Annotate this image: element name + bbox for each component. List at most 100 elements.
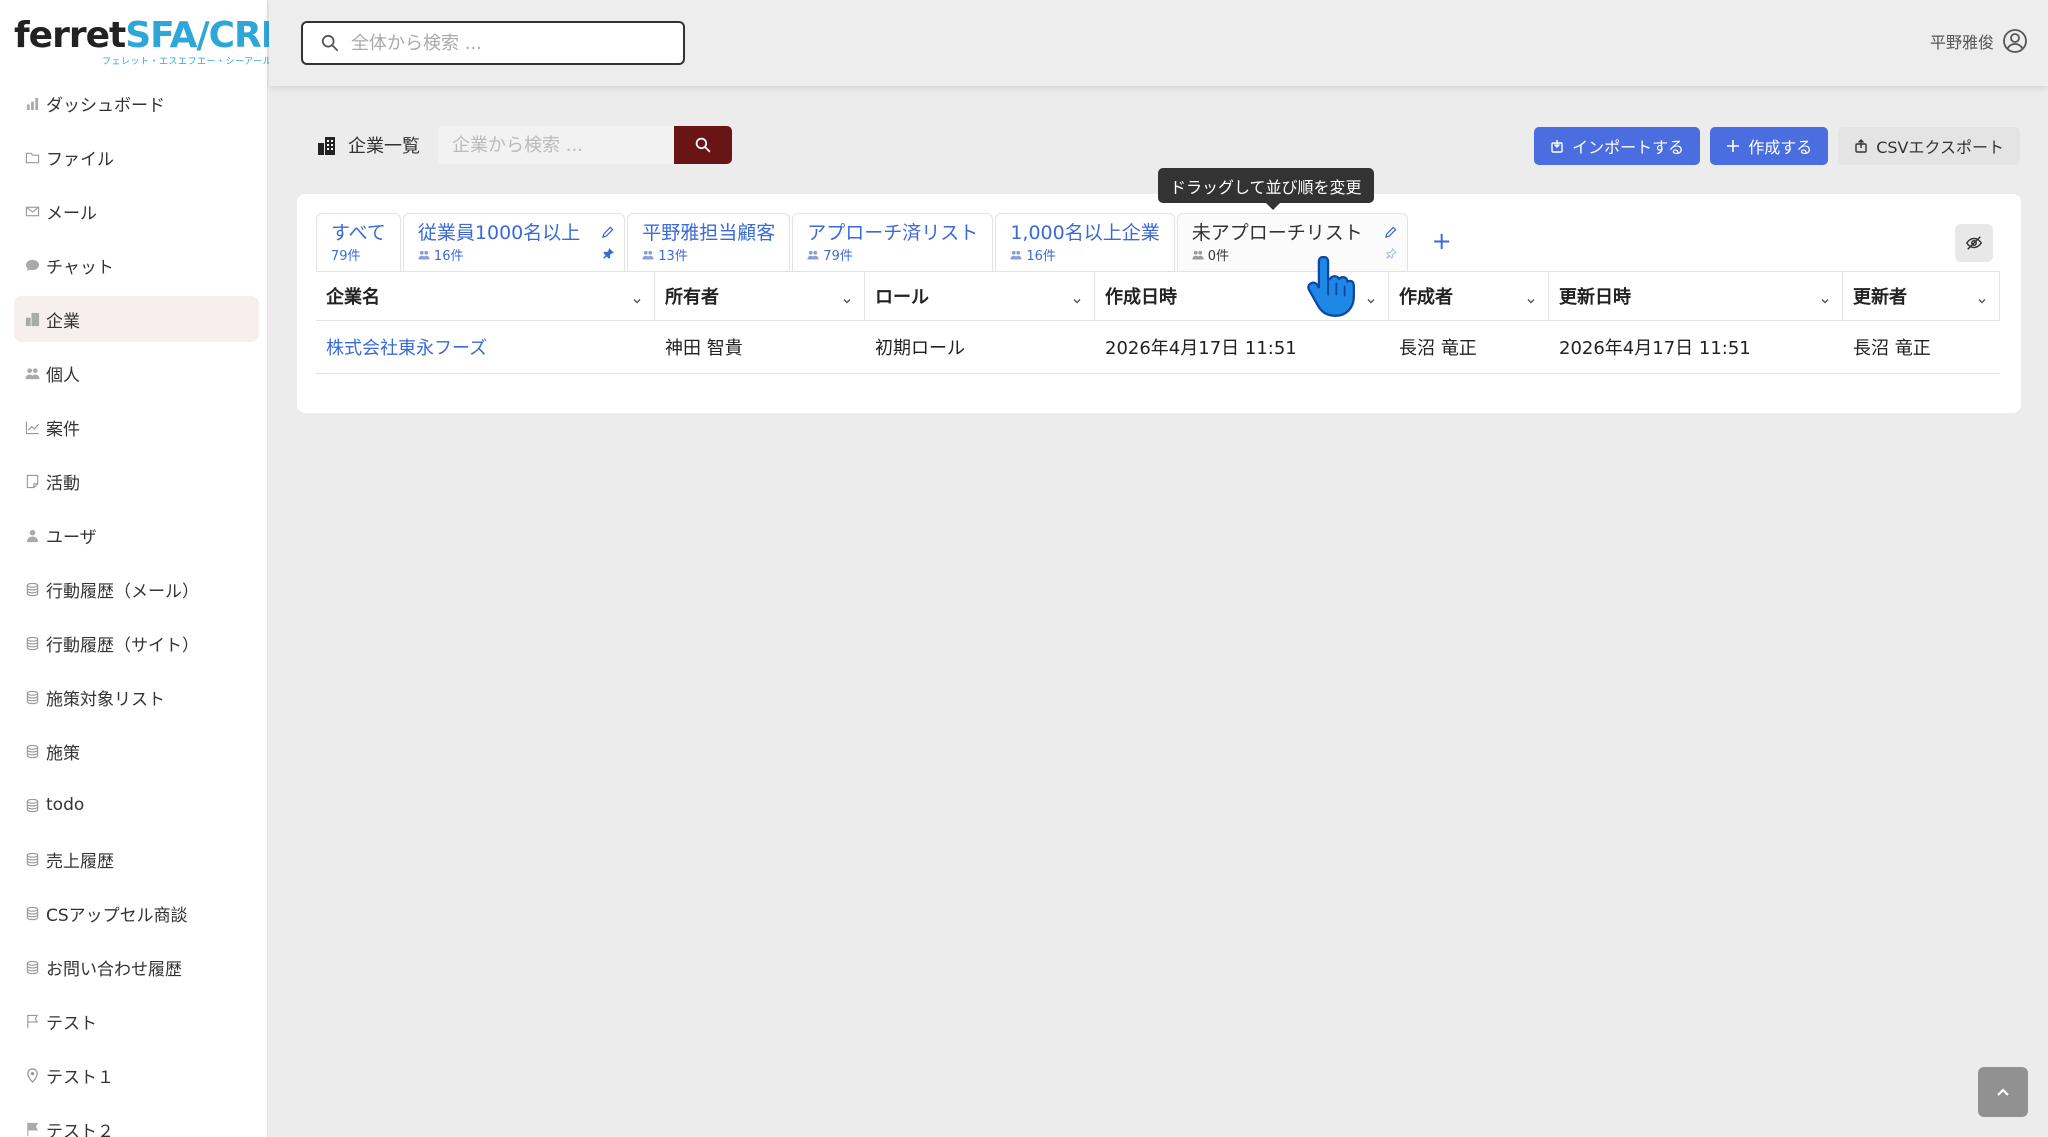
database-icon	[24, 797, 40, 813]
pencil-icon[interactable]	[1384, 224, 1397, 243]
chevron-down-icon[interactable]	[842, 290, 852, 311]
tab-3[interactable]: アプローチ済リスト 79件	[792, 213, 994, 271]
tab-label: 未アプローチリスト	[1191, 222, 1363, 244]
create-button[interactable]: 作成する	[1710, 127, 1829, 165]
sidebar-item-3[interactable]: チャット	[14, 242, 259, 288]
column-header[interactable]: 更新日時	[1549, 272, 1843, 320]
tab-0[interactable]: すべて 79件	[316, 213, 401, 271]
tab-count: 16件	[1010, 245, 1159, 264]
people-icon	[807, 250, 823, 260]
hand-pointer-icon	[1307, 256, 1355, 317]
column-header[interactable]: ロール	[865, 272, 1095, 320]
column-header[interactable]: 作成者	[1389, 272, 1549, 320]
add-tab-button[interactable]: +	[1422, 221, 1462, 261]
sidebar-item-label: 施策対象リスト	[46, 689, 165, 710]
sidebar-item-10[interactable]: 行動履歴（サイト）	[14, 620, 259, 666]
bar-chart-icon	[24, 95, 40, 111]
sidebar-item-7[interactable]: 活動	[14, 458, 259, 504]
search-icon	[321, 34, 339, 52]
table-cell: 2026年4月17日 11:51	[1105, 338, 1297, 359]
sidebar-item-14[interactable]: 売上履歴	[14, 836, 259, 882]
chevron-down-icon[interactable]	[1820, 290, 1830, 311]
tab-1[interactable]: 従業員1000名以上 16件	[402, 213, 626, 271]
tab-count: 13件	[642, 245, 775, 264]
sidebar-item-12[interactable]: 施策	[14, 728, 259, 774]
chevron-down-icon[interactable]	[1072, 290, 1082, 311]
scroll-to-top-button[interactable]	[1978, 1067, 2028, 1117]
people-icon	[24, 365, 40, 381]
pencil-icon[interactable]	[601, 224, 614, 243]
global-search-input[interactable]	[351, 32, 671, 54]
sidebar-item-label: CSアップセル商談	[46, 905, 188, 926]
sidebar-item-0[interactable]: ダッシュボード	[14, 80, 259, 126]
sidebar-item-13[interactable]: todo	[14, 782, 259, 828]
sidebar-item-label: メール	[46, 203, 97, 224]
sidebar-item-4[interactable]: 企業	[14, 296, 259, 342]
sidebar-nav: ダッシュボードファイルメールチャット企業個人案件活動ユーザ行動履歴（メール） 行動…	[14, 80, 259, 1137]
chevron-down-icon[interactable]	[1366, 290, 1376, 311]
sidebar-item-15[interactable]: CSアップセル商談	[14, 890, 259, 936]
pin-icon[interactable]	[603, 244, 615, 263]
search-icon	[695, 137, 711, 153]
people-icon	[642, 250, 658, 260]
tab-2[interactable]: 平野雅担当顧客 13件	[627, 213, 791, 271]
column-header[interactable]: 所有者	[655, 272, 865, 320]
column-header-label: 更新日時	[1559, 287, 1631, 308]
hide-columns-button[interactable]	[1955, 224, 1993, 262]
sidebar-item-18[interactable]: テスト１	[14, 1052, 259, 1098]
sidebar-item-label: ダッシュボード	[46, 95, 165, 116]
sidebar-item-6[interactable]: 案件	[14, 404, 259, 450]
sidebar-item-19[interactable]: テスト２	[14, 1106, 259, 1137]
sidebar-item-label: 売上履歴	[46, 851, 114, 872]
company-name-link[interactable]: 株式会社東永フーズ	[316, 321, 655, 373]
sidebar-item-1[interactable]: ファイル	[14, 134, 259, 180]
logo-text-ferret: ferret	[14, 15, 126, 56]
sidebar-item-11[interactable]: 施策対象リスト	[14, 674, 259, 720]
database-icon	[24, 905, 40, 921]
company-search-input[interactable]	[438, 126, 674, 164]
sidebar-item-8[interactable]: ユーザ	[14, 512, 259, 558]
company-search-button[interactable]	[674, 126, 732, 164]
flag-icon	[24, 1013, 40, 1029]
app-logo[interactable]: ferretSFA/CRM フェレット・エスエフエー・シーアールエム	[14, 15, 297, 68]
user-menu[interactable]: 平野雅俊	[1930, 28, 2028, 54]
import-button[interactable]: インポートする	[1534, 127, 1701, 165]
tab-5[interactable]: 未アプローチリスト 0件	[1176, 213, 1408, 271]
sidebar-item-label: 案件	[46, 419, 80, 440]
page-actions: インポートする 作成する CSVエクスポート	[1534, 127, 2020, 165]
sidebar-item-2[interactable]: メール	[14, 188, 259, 234]
tab-4[interactable]: 1,000名以上企業 16件	[995, 213, 1175, 271]
database-icon	[24, 689, 40, 705]
global-search[interactable]	[301, 21, 685, 65]
chevron-down-icon[interactable]	[1977, 290, 1987, 311]
sidebar-item-label: お問い合わせ履歴	[46, 959, 182, 980]
sidebar-item-label: 個人	[46, 365, 80, 386]
chevron-down-icon[interactable]	[1526, 290, 1536, 311]
pin-icon[interactable]	[1386, 244, 1397, 263]
building-icon	[318, 137, 335, 155]
csv-export-button[interactable]: CSVエクスポート	[1838, 127, 2020, 165]
import-label: インポートする	[1572, 138, 1685, 157]
sidebar-item-label: チャット	[46, 257, 114, 278]
table-row[interactable]: 株式会社東永フーズ 神田 智貴 初期ロール 2026年4月17日 11:51 長沼 竜正…	[316, 321, 2000, 374]
folder-icon	[24, 149, 40, 165]
table-cell: 初期ロール	[875, 338, 965, 359]
sidebar-item-label: テスト２	[46, 1121, 114, 1137]
chevron-down-icon[interactable]	[632, 290, 642, 311]
sidebar-item-label: テスト	[46, 1013, 97, 1034]
logo-subtitle: フェレット・エスエフエー・シーアールエム	[102, 57, 292, 67]
sidebar-item-16[interactable]: お問い合わせ履歴	[14, 944, 259, 990]
column-header-label: ロール	[875, 287, 929, 308]
sidebar-item-17[interactable]: テスト	[14, 998, 259, 1044]
location-pin-icon	[24, 1067, 40, 1083]
sidebar-item-label: todo	[46, 795, 85, 815]
column-header[interactable]: 更新者	[1843, 272, 2000, 320]
tab-label: 1,000名以上企業	[1010, 222, 1160, 244]
column-header[interactable]: 企業名	[316, 272, 655, 320]
tab-count-text: 0件	[1207, 249, 1229, 264]
sidebar-item-5[interactable]: 個人	[14, 350, 259, 396]
export-icon	[1855, 139, 1867, 153]
sidebar: ferretSFA/CRM フェレット・エスエフエー・シーアールエム ダッシュボ…	[0, 0, 297, 1137]
sidebar-item-9[interactable]: 行動履歴（メール）	[14, 566, 259, 612]
table-body: 株式会社東永フーズ 神田 智貴 初期ロール 2026年4月17日 11:51 長沼 竜正…	[316, 321, 2000, 374]
